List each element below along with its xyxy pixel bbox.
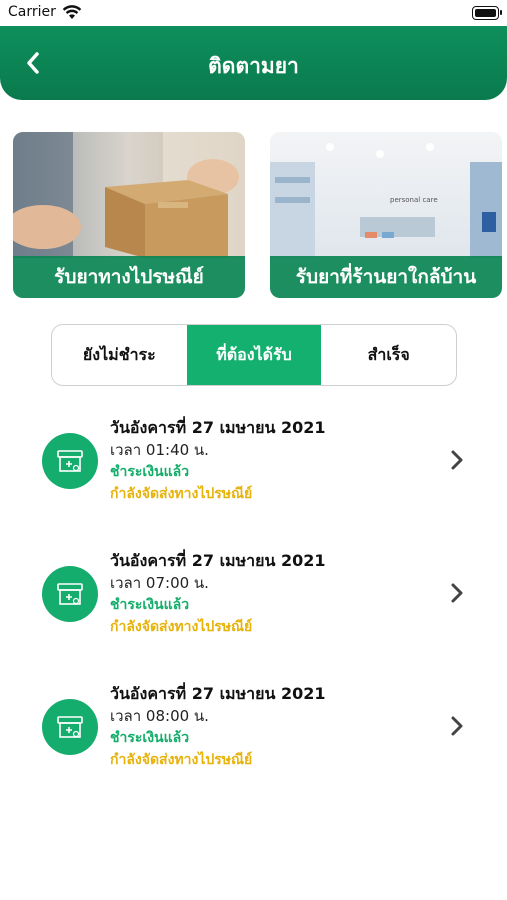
payment-status: ชำระเงินแล้ว (110, 464, 190, 480)
status-bar: Carrier (0, 0, 507, 26)
medicine-box-icon (42, 433, 98, 489)
page-title: ติดตามยา (208, 54, 299, 78)
card-postal-delivery-label: รับยาทางไปรษณีย์ (13, 256, 245, 298)
medicine-box-icon (42, 566, 98, 622)
order-date: วันอังคารที่ 27 เมษายน 2021 (110, 684, 326, 703)
chevron-right-icon (451, 716, 463, 736)
svg-text:personal care: personal care (390, 196, 438, 204)
payment-status: ชำระเงินแล้ว (110, 730, 190, 746)
tab-completed[interactable]: สำเร็จ (321, 325, 456, 385)
order-row[interactable]: วันอังคารที่ 27 เมษายน 2021 เวลา 01:40 น… (0, 405, 507, 515)
shipping-status: กำลังจัดส่งทางไปรษณีย์ (110, 486, 253, 502)
order-date: วันอังคารที่ 27 เมษายน 2021 (110, 418, 326, 437)
order-details: วันอังคารที่ 27 เมษายน 2021 เวลา 01:40 น… (110, 417, 326, 505)
order-row[interactable]: วันอังคารที่ 27 เมษายน 2021 เวลา 08:00 น… (0, 671, 507, 781)
wifi-icon (62, 5, 82, 19)
shipping-status: กำลังจัดส่งทางไปรษณีย์ (110, 619, 253, 635)
chevron-right-icon (451, 450, 463, 470)
status-tabs: ยังไม่ชำระ ที่ต้องได้รับ สำเร็จ (51, 324, 457, 386)
delivery-options: รับยาทางไปรษณีย์ personal care รับยาที่ร… (13, 132, 502, 298)
card-store-pickup[interactable]: personal care รับยาที่ร้านยาใกล้บ้าน (270, 132, 502, 298)
payment-status: ชำระเงินแล้ว (110, 597, 190, 613)
shipping-status: กำลังจัดส่งทางไปรษณีย์ (110, 752, 253, 768)
delivery-box-photo (13, 132, 245, 258)
order-details: วันอังคารที่ 27 เมษายน 2021 เวลา 07:00 น… (110, 550, 326, 638)
header-bar: ติดตามยา (0, 26, 507, 100)
chevron-right-icon (451, 583, 463, 603)
carrier-label: Carrier (8, 4, 56, 20)
card-store-pickup-label: รับยาที่ร้านยาใกล้บ้าน (270, 256, 502, 298)
order-row[interactable]: วันอังคารที่ 27 เมษายน 2021 เวลา 07:00 น… (0, 538, 507, 648)
medicine-box-icon (42, 699, 98, 755)
order-time: เวลา 07:00 น. (110, 574, 209, 592)
card-postal-delivery[interactable]: รับยาทางไปรษณีย์ (13, 132, 245, 298)
tab-unpaid[interactable]: ยังไม่ชำระ (52, 325, 187, 385)
order-details: วันอังคารที่ 27 เมษายน 2021 เวลา 08:00 น… (110, 683, 326, 771)
battery-icon (472, 6, 502, 20)
order-time: เวลา 08:00 น. (110, 707, 209, 725)
tab-to-receive[interactable]: ที่ต้องได้รับ (186, 325, 322, 385)
pharmacy-store-photo: personal care (270, 132, 502, 258)
order-time: เวลา 01:40 น. (110, 441, 209, 459)
order-date: วันอังคารที่ 27 เมษายน 2021 (110, 551, 326, 570)
